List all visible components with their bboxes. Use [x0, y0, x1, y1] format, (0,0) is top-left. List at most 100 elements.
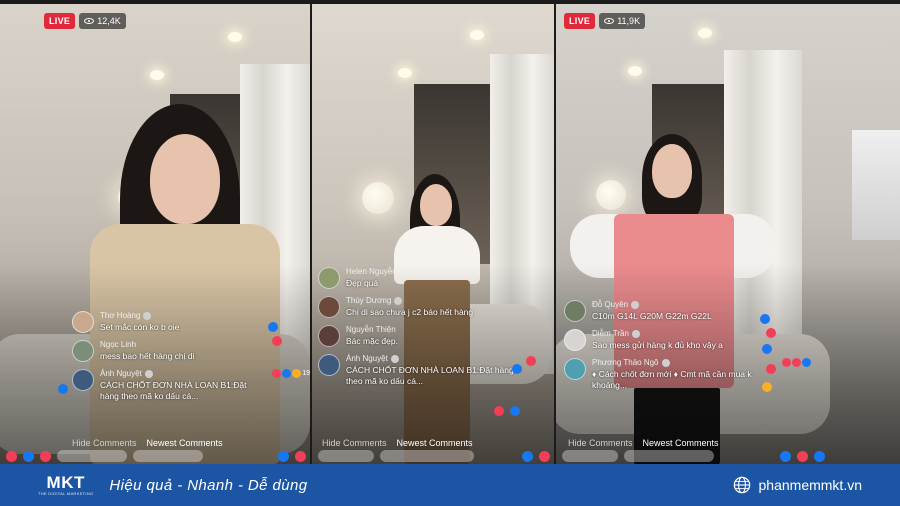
comment-text: CÁCH CHỐT ĐƠN NHÀ LOAN B1:Đặt hàng theo …	[100, 380, 247, 401]
comment-author: Ánh Nguyệt	[100, 369, 142, 378]
avatar	[318, 267, 340, 289]
comment-author: Helen Nguyễn	[346, 267, 397, 276]
heart-icon	[494, 406, 504, 416]
comment-input[interactable]	[133, 450, 203, 462]
comment-input[interactable]	[380, 450, 474, 462]
comment-item[interactable]: Đỗ Quyên C10m G14L G20M G22m G22L	[564, 300, 811, 322]
logo-subtitle: THE DIGITAL MARKETING	[38, 491, 94, 496]
eye-icon	[84, 18, 95, 24]
like-icon[interactable]	[814, 450, 825, 462]
heart-icon	[272, 369, 282, 378]
live-stream-collage: LIVE 12,4K Thơ Hoàng Set mắc còn ko b oi…	[0, 0, 900, 506]
heart-icon	[766, 328, 776, 338]
tab-hide-comments[interactable]: Hide Comments	[72, 438, 137, 448]
comment-tabs: Hide Comments Newest Comments	[72, 438, 223, 448]
reaction-count: 19	[302, 370, 310, 377]
avatar	[72, 369, 94, 391]
tab-hide-comments[interactable]: Hide Comments	[322, 438, 387, 448]
share-button[interactable]	[57, 450, 127, 462]
mkt-logo[interactable]: MKT THE DIGITAL MARKETING	[38, 474, 93, 496]
share-button[interactable]	[562, 450, 618, 462]
like-icon[interactable]	[23, 450, 34, 462]
avatar	[318, 354, 340, 376]
heart-icon[interactable]	[797, 450, 808, 462]
logo-mark: MKT	[46, 473, 85, 492]
globe-icon	[733, 476, 750, 494]
ceiling-light	[398, 68, 412, 78]
comment-input[interactable]	[624, 450, 714, 462]
avatar	[564, 358, 586, 380]
avatar	[318, 296, 340, 318]
comment-author: Thùy Dương	[346, 296, 392, 305]
eye-icon	[604, 18, 615, 24]
ceiling-light	[150, 70, 164, 80]
like-icon	[268, 322, 278, 332]
ceiling-light	[628, 66, 642, 76]
floor-lamp	[362, 182, 394, 214]
like-icon	[762, 344, 772, 354]
tab-hide-comments[interactable]: Hide Comments	[568, 438, 633, 448]
avatar	[318, 325, 340, 347]
comment-author: Nguyễn Thiện	[346, 325, 396, 334]
comment-item[interactable]: Ánh Nguyệt CÁCH CHỐT ĐƠN NHÀ LOAN B1:Đặt…	[318, 354, 526, 386]
ceiling-light	[470, 30, 484, 40]
badge-icon	[661, 358, 670, 367]
live-badge: LIVE	[44, 13, 76, 29]
ceiling-light	[698, 28, 712, 38]
comment-item[interactable]: Phương Thảo Ngô ♦ Cách chốt đơn mới ♦ Cm…	[564, 358, 811, 390]
like-icon[interactable]	[522, 450, 533, 462]
livestream-panel-1: LIVE 12,4K Thơ Hoàng Set mắc còn ko b oi…	[0, 4, 310, 464]
comment-list: Đỗ Quyên C10m G14L G20M G22m G22L Diễm T…	[564, 300, 811, 390]
like-icon[interactable]	[780, 450, 791, 462]
comment-item[interactable]: Thùy Dương Chị di sao chưa j c2 báo hết …	[318, 296, 526, 318]
viewer-count: 11,9K	[599, 13, 646, 29]
floor-lamp	[596, 180, 626, 210]
comment-author: Diễm Trần	[592, 329, 629, 338]
comment-item[interactable]: Nguyễn Thiện Bác mặc đẹp.	[318, 325, 526, 347]
comment-text: CÁCH CHỐT ĐƠN NHÀ LOAN B1:Đặt hàng theo …	[346, 365, 514, 386]
heart-icon[interactable]	[539, 450, 550, 462]
like-icon	[802, 358, 811, 367]
comment-text: Sao mess gửi hàng k đủ kho vậy a	[592, 340, 723, 350]
comment-text: mess bao hết hàng chị di	[100, 351, 195, 361]
viewer-count-value: 11,9K	[617, 16, 641, 26]
brand-tagline: Hiệu quả - Nhanh - Dễ dùng	[109, 476, 308, 494]
badge-icon	[631, 329, 640, 338]
heart-icon[interactable]	[6, 450, 17, 462]
heart-icon[interactable]	[40, 450, 51, 462]
comment-author: Phương Thảo Ngô	[592, 358, 659, 367]
comment-text: ♦ Cách chốt đơn mới ♦ Cmt mã cần mua k k…	[592, 369, 752, 390]
tab-newest-comments[interactable]: Newest Comments	[643, 438, 719, 448]
badge-icon	[394, 296, 403, 305]
website-link[interactable]: phanmemmkt.vn	[733, 464, 862, 506]
tab-newest-comments[interactable]: Newest Comments	[147, 438, 223, 448]
like-icon	[760, 314, 770, 324]
tab-newest-comments[interactable]: Newest Comments	[397, 438, 473, 448]
heart-icon	[526, 356, 536, 366]
comment-text: Bác mặc đẹp.	[346, 336, 398, 346]
reaction-summary[interactable]	[782, 358, 811, 367]
live-status: LIVE 11,9K	[564, 13, 646, 29]
website-text: phanmemmkt.vn	[758, 477, 862, 493]
comment-author: Thơ Hoàng	[100, 311, 141, 320]
comment-item[interactable]: Ánh Nguyệt CÁCH CHỐT ĐƠN NHÀ LOAN B1:Đặt…	[72, 369, 310, 401]
brand-footer: MKT THE DIGITAL MARKETING Hiệu quả - Nha…	[0, 464, 900, 506]
comment-item[interactable]: Helen Nguyễn Đẹp quá	[318, 267, 526, 289]
heart-icon[interactable]	[295, 450, 306, 462]
live-badge: LIVE	[564, 13, 596, 29]
heart-icon	[782, 358, 791, 367]
heart-icon	[792, 358, 801, 367]
share-button[interactable]	[318, 450, 374, 462]
live-status: LIVE 12,4K	[44, 13, 126, 29]
like-icon	[282, 369, 292, 378]
comment-text: C10m G14L G20M G22m G22L	[592, 311, 712, 321]
comment-text: Set mắc còn ko b oie	[100, 322, 180, 332]
reaction-bar	[556, 448, 900, 464]
comment-author: Ngọc Linh	[100, 340, 137, 349]
reaction-summary[interactable]: 19	[272, 369, 310, 378]
ceiling-light	[228, 32, 242, 42]
viewer-count: 12,4K	[79, 13, 126, 29]
heart-icon	[766, 364, 776, 374]
like-icon[interactable]	[278, 450, 289, 462]
avatar	[564, 329, 586, 351]
